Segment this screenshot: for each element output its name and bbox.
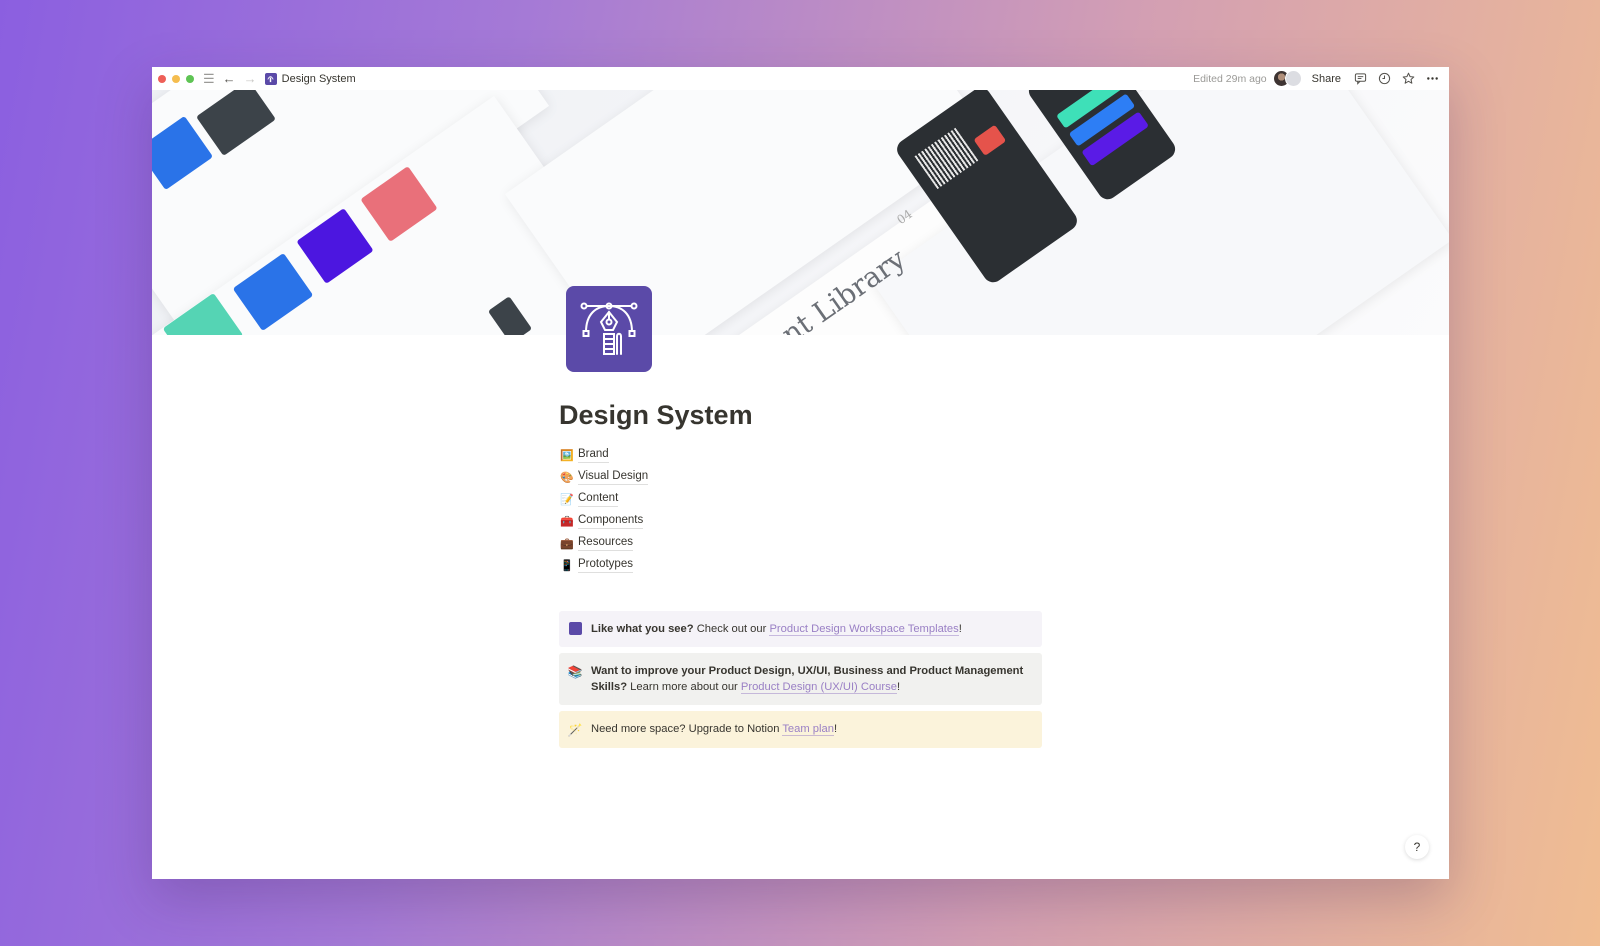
comment-icon[interactable] [1353, 72, 1367, 86]
page-link-label[interactable]: Visual Design [578, 469, 649, 485]
page-title[interactable]: Design System [559, 400, 1042, 436]
more-icon[interactable] [1425, 72, 1439, 86]
breadcrumb[interactable]: Design System [282, 73, 356, 85]
callout-text: Like what you see? Check out our Product… [591, 623, 962, 636]
memo-icon: 📝 [560, 493, 574, 506]
arrow-left-icon[interactable]: ← [223, 72, 236, 85]
callout-templates: Like what you see? Check out our Product… [559, 611, 1042, 647]
page-link-components[interactable]: 🧰 Components [559, 510, 1042, 532]
palette-icon: 🎨 [560, 471, 574, 484]
cover-image: nt Library 04 [152, 90, 1449, 335]
page-content: Design System 🖼️ Brand 🎨 Visual Design 📝… [559, 400, 1042, 754]
callout-course: 📚 Want to improve your Product Design, U… [559, 653, 1042, 705]
callout-text: Want to improve your Product Design, UX/… [591, 665, 1024, 694]
notion-window: ☰ ← → Design System Edited 29m ago Share [152, 67, 1449, 879]
page-link-visual-design[interactable]: 🎨 Visual Design [559, 466, 1042, 488]
design-system-icon [568, 621, 582, 635]
collaborator-avatars[interactable] [1272, 70, 1302, 87]
page-link-label[interactable]: Prototypes [578, 557, 633, 573]
callout-upgrade: 🪄 Need more space? Upgrade to Notion Tea… [559, 711, 1042, 748]
page-link-label[interactable]: Resources [578, 535, 633, 551]
page-link-label[interactable]: Brand [578, 447, 609, 463]
page-link-list: 🖼️ Brand 🎨 Visual Design 📝 Content 🧰 Com… [559, 444, 1042, 576]
briefcase-icon: 💼 [560, 537, 574, 550]
page-link-resources[interactable]: 💼 Resources [559, 532, 1042, 554]
page-icon[interactable] [566, 286, 652, 372]
page-link-label[interactable]: Components [578, 513, 644, 529]
help-button[interactable]: ? [1405, 835, 1429, 859]
hamburger-icon[interactable]: ☰ [203, 72, 215, 85]
share-button[interactable]: Share [1312, 73, 1341, 85]
close-window-button[interactable] [158, 74, 166, 83]
star-icon[interactable] [1401, 72, 1415, 86]
pen-tool-icon [580, 302, 638, 355]
clock-icon[interactable] [1377, 72, 1391, 86]
page-link-prototypes[interactable]: 📱 Prototypes [559, 554, 1042, 576]
window-controls [158, 74, 194, 83]
magic-wand-icon: 🪄 [567, 723, 583, 737]
page-link-brand[interactable]: 🖼️ Brand [559, 444, 1042, 466]
books-icon: 📚 [567, 665, 583, 679]
page-link-content[interactable]: 📝 Content [559, 488, 1042, 510]
page-link-label[interactable]: Content [578, 491, 619, 507]
templates-link[interactable]: Product Design Workspace Templates [769, 623, 959, 636]
picture-icon: 🖼️ [560, 449, 574, 462]
edited-timestamp: Edited 29m ago [1193, 72, 1267, 85]
toolbox-icon: 🧰 [560, 515, 574, 528]
course-link[interactable]: Product Design (UX/UI) Course [740, 681, 897, 694]
team-plan-link[interactable]: Team plan [782, 723, 834, 736]
maximize-window-button[interactable] [186, 74, 194, 83]
callout-text: Need more space? Upgrade to Notion Team … [591, 723, 838, 736]
minimize-window-button[interactable] [172, 74, 180, 83]
top-bar: ☰ ← → Design System Edited 29m ago Share [152, 67, 1449, 90]
avatar[interactable] [1284, 70, 1302, 87]
mobile-phone-icon: 📱 [560, 559, 574, 572]
page-mini-icon [264, 72, 277, 85]
arrow-right-icon[interactable]: → [244, 72, 257, 85]
